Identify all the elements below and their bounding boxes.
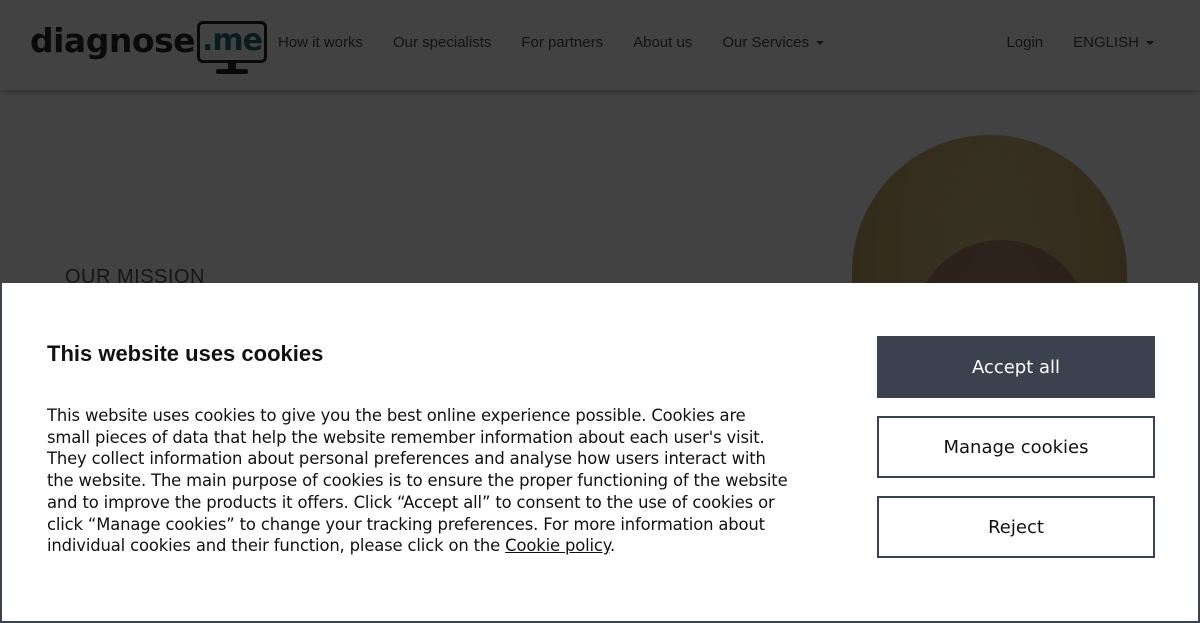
cookie-text-line: They collect information about personal … [47, 449, 766, 469]
cookie-banner-text: This website uses cookies to give you th… [47, 405, 837, 557]
cookie-banner-title: This website uses cookies [47, 341, 324, 366]
cookie-text-line: click “Manage cookies” to change your tr… [47, 514, 765, 534]
cookie-text-line: the website. The main purpose of cookies… [47, 471, 788, 491]
cookie-banner: This website uses cookies This website u… [0, 283, 1200, 623]
reject-button[interactable]: Reject [877, 496, 1155, 558]
cookie-text-line: and to improve the products it offers. C… [47, 492, 775, 512]
manage-cookies-button[interactable]: Manage cookies [877, 416, 1155, 478]
cookie-policy-link[interactable]: Cookie policy [505, 536, 610, 555]
cookie-text-line-last: individual cookies and their function, p… [47, 535, 837, 557]
cookie-text-line: This website uses cookies to give you th… [47, 406, 746, 425]
cookie-text-prefix: individual cookies and their function, p… [47, 536, 506, 556]
cookie-text-suffix: . [609, 536, 616, 556]
cookie-text-line: small pieces of data that help the websi… [47, 427, 765, 447]
accept-all-button[interactable]: Accept all [877, 336, 1155, 398]
